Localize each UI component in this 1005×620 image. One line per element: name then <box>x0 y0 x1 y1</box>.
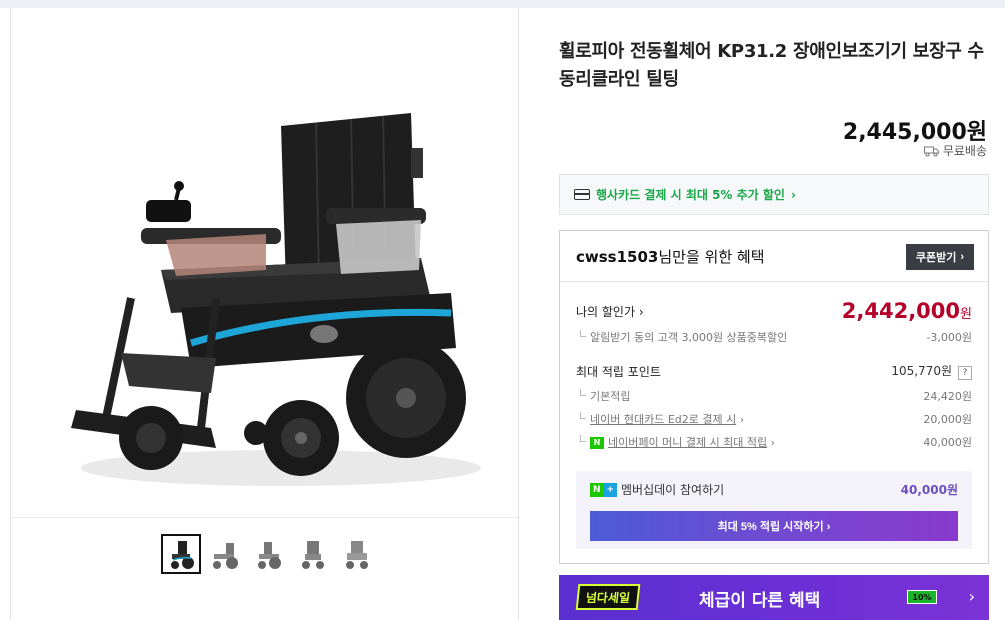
naver-plus-icon: N + <box>590 482 617 497</box>
my-price-label[interactable]: 나의 할인가 › <box>576 303 644 320</box>
shipping-info: 무료배송 <box>923 142 987 159</box>
product-gallery <box>10 8 519 620</box>
wheelchair-thumb-icon <box>302 541 324 569</box>
membership-value: 40,000원 <box>900 483 958 497</box>
thumbnail-strip <box>161 534 377 574</box>
truck-icon <box>923 146 939 156</box>
chevron-right-icon: › <box>638 304 644 319</box>
card-promo-banner[interactable]: 행사카드 결제 시 최대 5% 추가 할인 › <box>559 174 989 215</box>
alarm-discount-value: -3,000원 <box>926 331 972 344</box>
my-price-value: 2,442,000원 <box>842 299 972 323</box>
wheelchair-thumb-icon <box>346 541 368 569</box>
my-price-row: 나의 할인가 › 2,442,000원 <box>576 299 972 323</box>
benefit-title: cwss1503님만을 위한 혜택 <box>576 246 765 267</box>
user-id: cwss1503 <box>576 248 659 266</box>
points-row: 최대 적립 포인트 105,770원? <box>576 362 972 380</box>
chevron-right-icon: › <box>960 251 964 263</box>
gallery-divider <box>11 517 518 518</box>
naver-plus-n: N <box>590 482 604 497</box>
card-promo-text: 행사카드 결제 시 최대 5% 추가 할인 <box>596 188 785 202</box>
alarm-discount-row: 알림받기 동의 고객 3,000원 상품중복할인 -3,000원 <box>576 329 972 345</box>
membership-row: N + 멤버십데이 참여하기 40,000원 <box>590 481 958 498</box>
membership-label: 멤버십데이 참여하기 <box>621 483 725 497</box>
points-value-wrap: 105,770원? <box>891 362 972 380</box>
basic-points-value: 24,420원 <box>923 390 972 403</box>
product-title: 휠로피아 전동휠체어 KP31.2 장애인보조기기 보장구 수동리클라인 틸팅 <box>559 41 984 90</box>
chevron-right-icon: › <box>790 187 796 202</box>
coupon-button-label: 쿠폰받기 <box>915 252 957 264</box>
thumbnail-4[interactable] <box>293 534 333 574</box>
product-main-image[interactable] <box>11 8 518 518</box>
my-price-unit: 원 <box>960 307 972 322</box>
naver-card-value: 20,000원 <box>923 413 972 426</box>
coupon-button[interactable]: 쿠폰받기 › <box>905 244 974 270</box>
naver-card-link[interactable]: 네이버 현대카드 Ed2로 결제 시 › <box>576 411 744 427</box>
points-value: 105,770원 <box>891 364 952 378</box>
top-strip <box>0 0 1005 8</box>
thumbnail-5[interactable] <box>337 534 377 574</box>
wheelchair-thumb-icon <box>171 541 194 569</box>
basic-points-row: 기본적립 24,420원 <box>576 388 972 404</box>
battery-badge-icon: 10% <box>907 590 937 604</box>
my-price-number: 2,442,000 <box>841 299 961 323</box>
thumbnail-3[interactable] <box>249 534 289 574</box>
benefit-title-suffix: 님만을 위한 혜택 <box>658 248 765 266</box>
points-label: 최대 적립 포인트 <box>576 364 661 379</box>
npay-link[interactable]: N 네이버페이 머니 결제 시 최대 적립 › <box>576 434 775 450</box>
npay-icon: N <box>590 437 604 449</box>
wheelchair-image <box>71 113 481 486</box>
naver-card-label: 네이버 현대카드 Ed2로 결제 시 <box>590 413 737 426</box>
sale-logo: 넘다세일 <box>575 584 641 610</box>
wheelchair-thumb-icon <box>258 542 281 569</box>
my-price-label-text: 나의 할인가 <box>576 304 636 319</box>
shipping-label: 무료배송 <box>942 144 987 158</box>
thumbnail-2[interactable] <box>205 534 245 574</box>
thumbnail-1[interactable] <box>161 534 201 574</box>
chevron-right-icon: › <box>739 413 745 426</box>
alarm-discount-label: 알림받기 동의 고객 3,000원 상품중복할인 <box>576 329 787 345</box>
credit-card-icon <box>574 189 590 200</box>
naver-card-row: 네이버 현대카드 Ed2로 결제 시 › 20,000원 <box>576 411 972 427</box>
benefit-box: cwss1503님만을 위한 혜택 쿠폰받기 › 나의 할인가 › 2,442,… <box>559 230 989 564</box>
help-icon[interactable]: ? <box>958 366 972 380</box>
chevron-right-icon: › <box>770 436 776 449</box>
benefit-header: cwss1503님만을 위한 혜택 쿠폰받기 › <box>560 231 988 282</box>
npay-label: 네이버페이 머니 결제 시 최대 적립 <box>608 436 768 449</box>
banner-text: 체급이 다른 혜택 <box>699 591 821 611</box>
membership-box: N + 멤버십데이 참여하기 40,000원 최대 5% 적립 시작하기 › <box>576 471 972 549</box>
basic-points-label: 기본적립 <box>576 388 630 404</box>
sale-banner[interactable]: 넘다세일 체급이 다른 혜택 10% › <box>559 575 989 620</box>
npay-row: N 네이버페이 머니 결제 시 최대 적립 › 40,000원 <box>576 434 972 450</box>
chevron-right-icon: › <box>968 587 975 606</box>
membership-link[interactable]: N + 멤버십데이 참여하기 <box>590 481 724 498</box>
start-points-button[interactable]: 최대 5% 적립 시작하기 › <box>590 511 958 541</box>
naver-plus-plus: + <box>603 482 617 497</box>
npay-value: 40,000원 <box>923 436 972 449</box>
wheelchair-thumb-icon <box>213 543 238 569</box>
